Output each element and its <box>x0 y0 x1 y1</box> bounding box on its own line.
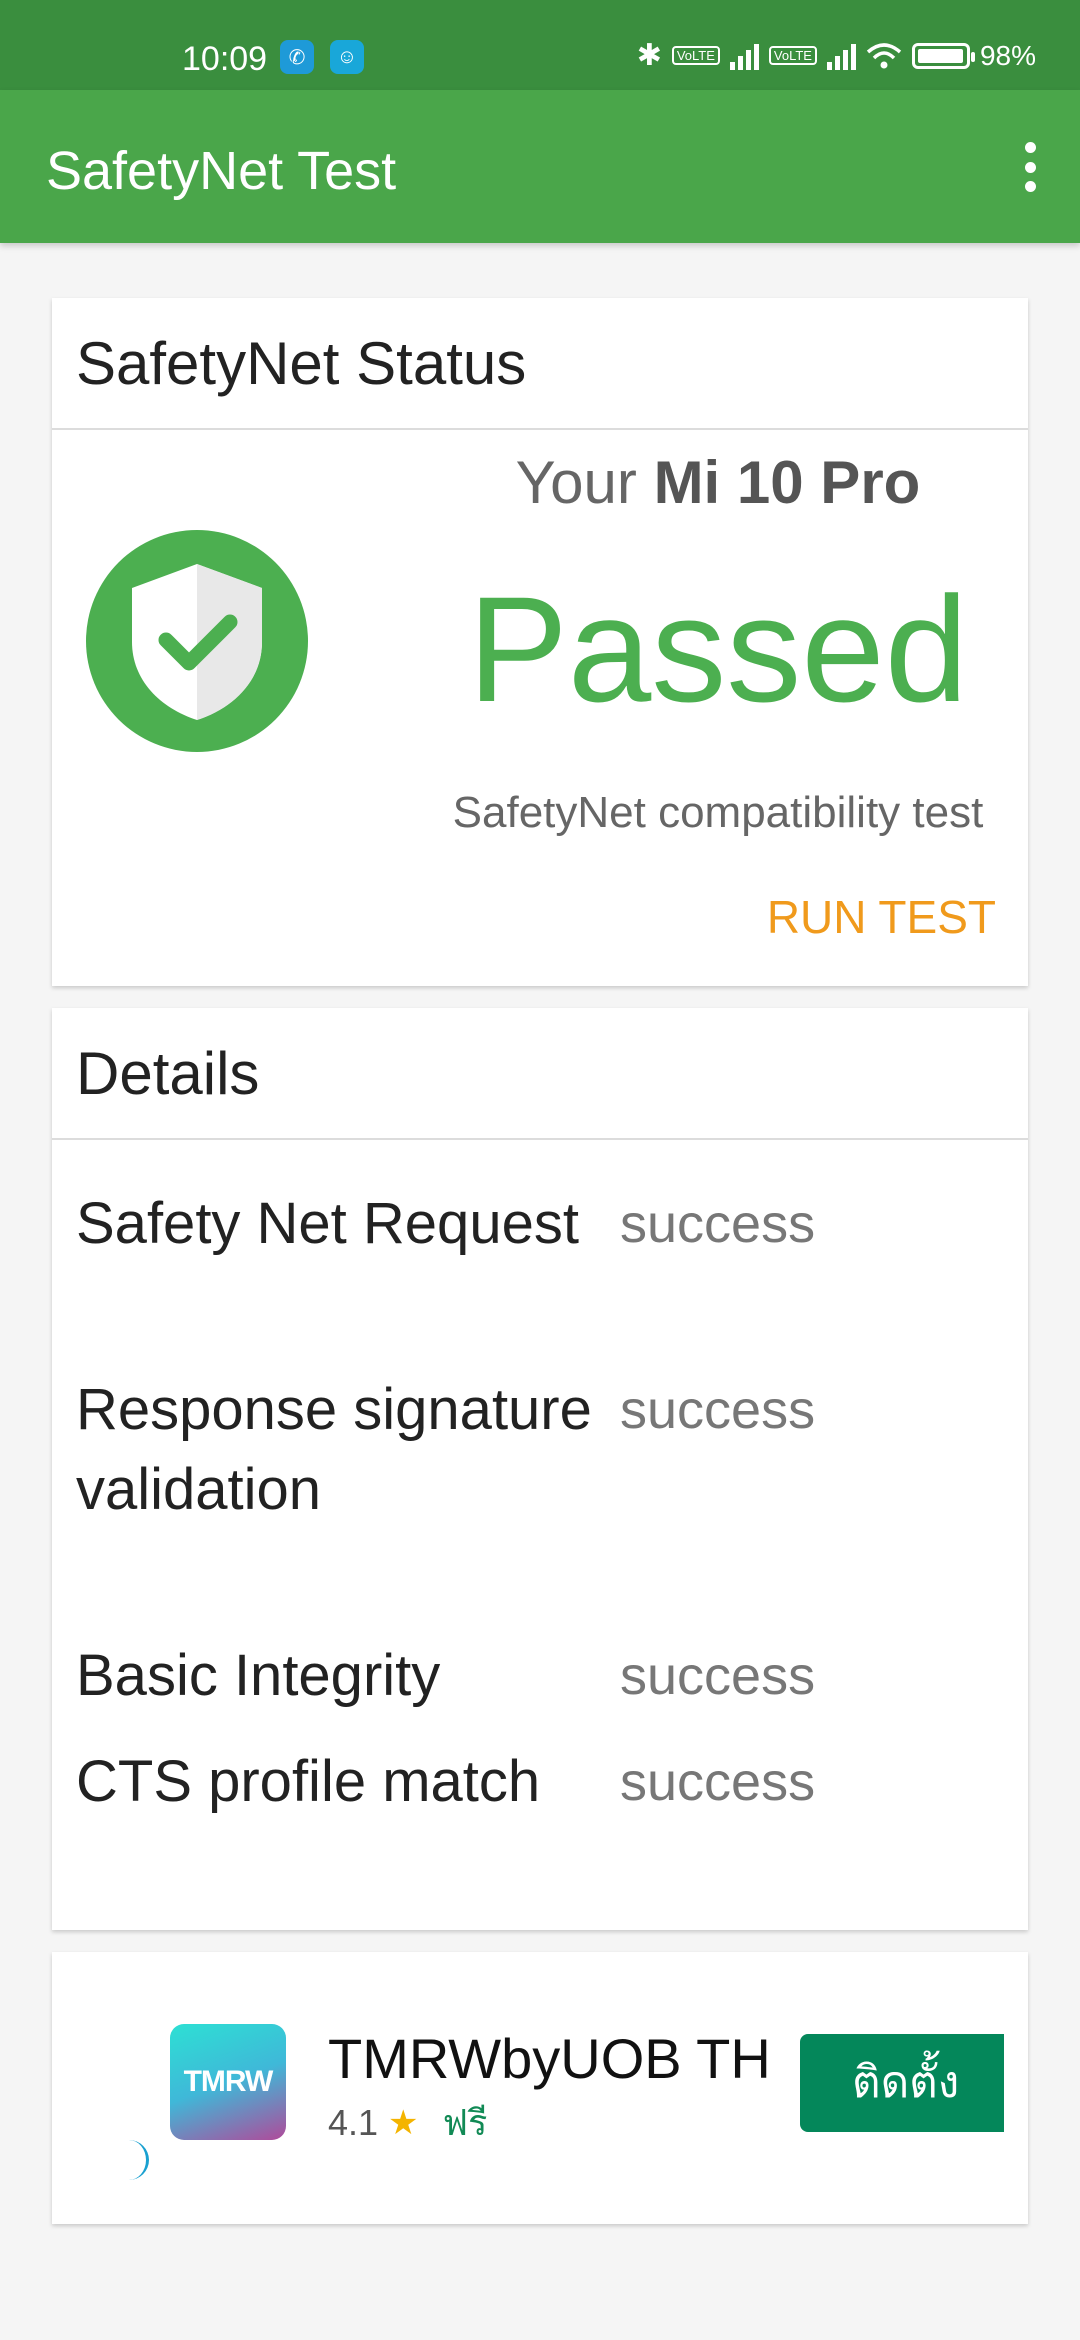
detail-value: success <box>620 1752 816 1812</box>
detail-label: Response signature validation <box>76 1377 592 1522</box>
ad-title[interactable]: TMRWbyUOB TH <box>328 2026 771 2091</box>
result-subtitle: SafetyNet compatibility test <box>452 788 984 837</box>
detail-label: CTS profile match <box>76 1749 541 1814</box>
signal-icon <box>826 42 856 70</box>
status-bar: 10:09 ✆ ☺ ✱ VoLTE VoLTE 98% <box>0 0 1080 90</box>
run-test-button[interactable]: RUN TEST <box>767 890 996 944</box>
safetynet-status-card: SafetyNet Status Your Mi 10 Pro Passed S… <box>52 298 1028 986</box>
detail-value: success <box>620 1646 816 1706</box>
result-text: Passed <box>467 565 969 733</box>
detail-label: Safety Net Request <box>76 1191 579 1256</box>
device-name: Mi 10 Pro <box>653 449 921 516</box>
bluetooth-icon: ✱ <box>636 39 662 72</box>
battery-percent: 98% <box>979 39 1036 71</box>
details-card-header: Details <box>52 1008 1028 1140</box>
ad-app-icon[interactable]: TMRW <box>170 2024 286 2140</box>
status-card-header: SafetyNet Status <box>52 298 1028 430</box>
details-card: Details Safety Net Request success Respo… <box>52 1008 1028 1930</box>
app-title: SafetyNet Test <box>46 141 397 201</box>
phone-app-icon: ✆ <box>280 40 314 74</box>
app-bar: SafetyNet Test <box>0 90 1080 243</box>
notification-app-icon: ☺ <box>330 40 364 74</box>
ad-price: ฟรี <box>442 2102 488 2143</box>
battery-fill <box>917 48 964 63</box>
more-vert-icon[interactable] <box>1010 142 1050 192</box>
install-button[interactable]: ติดตั้ง <box>800 2034 1004 2132</box>
status-icons: ✱ VoLTE VoLTE 98% <box>637 38 1036 73</box>
detail-label: Basic Integrity <box>76 1643 441 1708</box>
detail-value: success <box>620 1380 816 1440</box>
detail-value: success <box>620 1194 816 1254</box>
volte-icon: VoLTE <box>671 46 720 65</box>
signal-icon <box>729 42 759 70</box>
ad-banner[interactable]: TMRW TMRWbyUOB TH 4.1 ★ ฟรี ติดตั้ง <box>52 1952 1028 2224</box>
status-time: 10:09 <box>182 40 268 78</box>
battery-icon <box>911 42 975 69</box>
star-icon: ★ <box>388 2103 419 2142</box>
your-prefix: Your <box>515 449 654 516</box>
shield-check-icon <box>86 530 308 752</box>
device-line: Your Mi 10 Pro <box>358 448 1078 517</box>
volte-icon: VoLTE <box>768 46 817 65</box>
ad-rating-value: 4.1 <box>328 2101 379 2143</box>
wifi-icon <box>866 42 902 68</box>
ad-rating: 4.1 ★ ฟรี <box>328 2094 487 2151</box>
ad-choices-icon[interactable] <box>126 2140 149 2180</box>
